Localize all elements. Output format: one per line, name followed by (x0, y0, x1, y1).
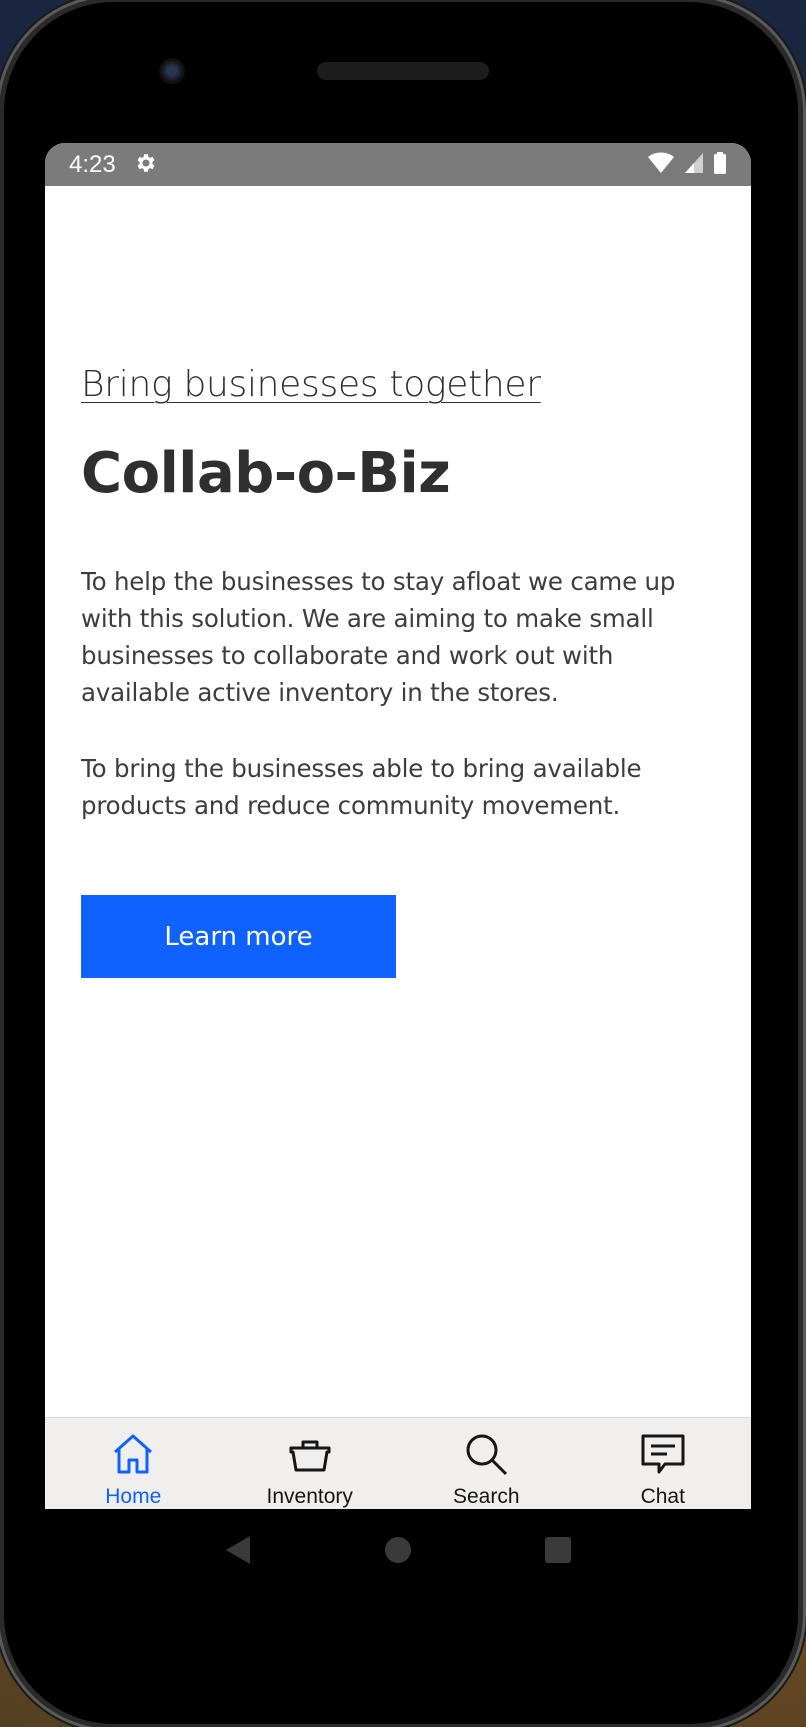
nav-item-home[interactable]: Home (45, 1418, 222, 1509)
mission-paragraph: To bring the businesses able to bring av… (81, 754, 642, 820)
signal-icon (683, 151, 705, 179)
nav-item-chat[interactable]: Chat (575, 1418, 752, 1509)
home-circle-icon[interactable] (383, 1535, 413, 1569)
app-screen: 4:23 Bring businesses together Collab-o-… (45, 143, 751, 1509)
recents-icon[interactable] (543, 1535, 573, 1569)
camera-icon (159, 58, 185, 84)
nav-item-search[interactable]: Search (398, 1418, 575, 1509)
nav-label-search: Search (452, 1485, 520, 1508)
status-time: 4:23 (69, 150, 116, 178)
nav-label-chat: Chat (640, 1485, 685, 1508)
basket-icon (286, 1430, 334, 1482)
nav-label-inventory: Inventory (266, 1485, 353, 1508)
system-navigation-bar (45, 1509, 751, 1594)
app-title: Collab-o-Biz (81, 441, 451, 506)
home-icon (109, 1430, 157, 1482)
intro-paragraph: To help the businesses to stay afloat we… (81, 567, 676, 707)
nav-item-inventory[interactable]: Inventory (222, 1418, 399, 1509)
gear-icon (134, 151, 158, 179)
speaker-grille (317, 62, 489, 80)
hero-subtitle: Bring businesses together (81, 364, 541, 405)
wifi-icon (647, 151, 675, 179)
nav-label-home: Home (105, 1485, 162, 1508)
chat-icon (639, 1430, 687, 1482)
battery-icon (713, 151, 727, 179)
bottom-navigation: Home Inventory Search Chat (45, 1417, 751, 1509)
status-bar: 4:23 (45, 143, 751, 186)
back-icon[interactable] (223, 1534, 253, 1570)
search-icon (462, 1430, 510, 1482)
learn-more-button[interactable]: Learn more (81, 895, 396, 978)
